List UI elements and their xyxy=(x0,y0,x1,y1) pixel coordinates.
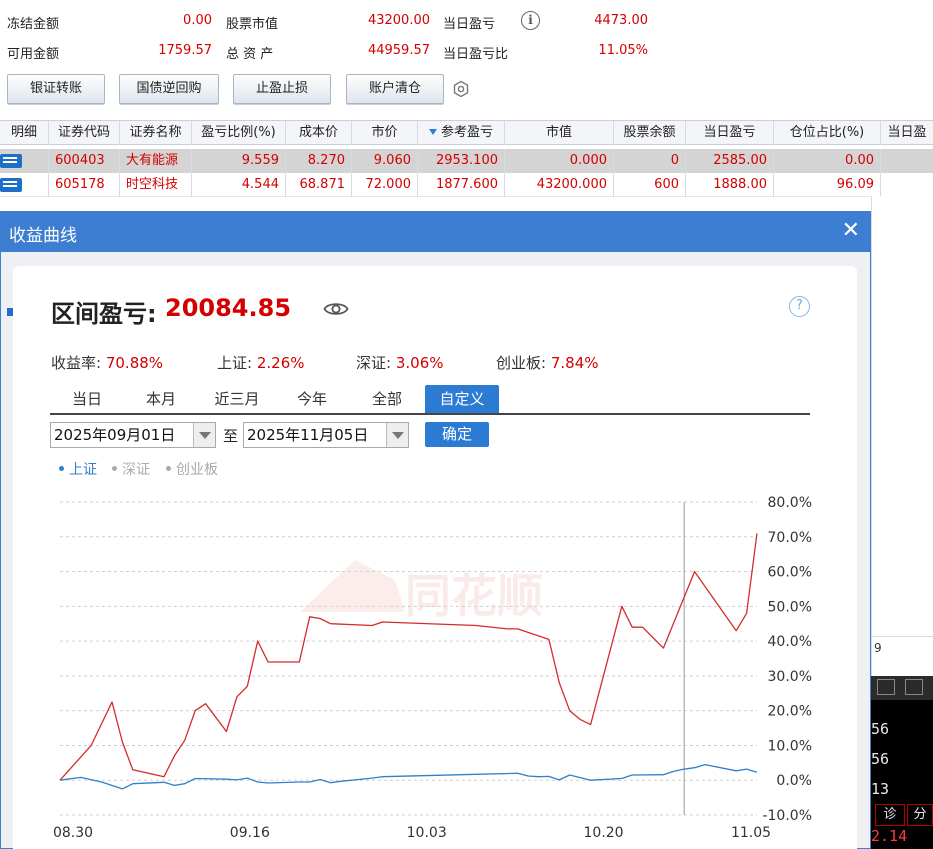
x-tick-label: 09.16 xyxy=(230,825,270,841)
watermark-fan xyxy=(300,560,405,612)
y-tick-label: 40.0% xyxy=(768,634,812,650)
trading-app: 冻结金额 0.00 可用金额 1759.57 股票市值 43200.00 总 资… xyxy=(0,0,933,849)
y-tick-label: 30.0% xyxy=(768,669,812,685)
x-tick-label: 10.03 xyxy=(407,825,447,841)
y-tick-label: 20.0% xyxy=(768,704,812,720)
x-tick-label: 11.05 xyxy=(731,825,771,841)
y-tick-label: 10.0% xyxy=(768,738,812,754)
y-tick-label: 80.0% xyxy=(768,495,812,511)
y-tick-label: 50.0% xyxy=(768,599,812,615)
y-tick-label: 0.0% xyxy=(776,773,812,789)
y-tick-label: -10.0% xyxy=(762,808,812,824)
profit-curve-chart: 同花顺 80.0% 70.0% 60.0% 50.0% 40.0% 30.0% 20.0% 10… xyxy=(53,495,812,841)
y-tick-label: 70.0% xyxy=(768,530,812,546)
watermark-text: 同花顺 xyxy=(405,569,543,623)
x-tick-label: 08.30 xyxy=(53,825,93,841)
watermark-logo xyxy=(300,560,405,612)
y-tick-label: 60.0% xyxy=(768,565,812,581)
x-tick-label: 10.20 xyxy=(584,825,624,841)
